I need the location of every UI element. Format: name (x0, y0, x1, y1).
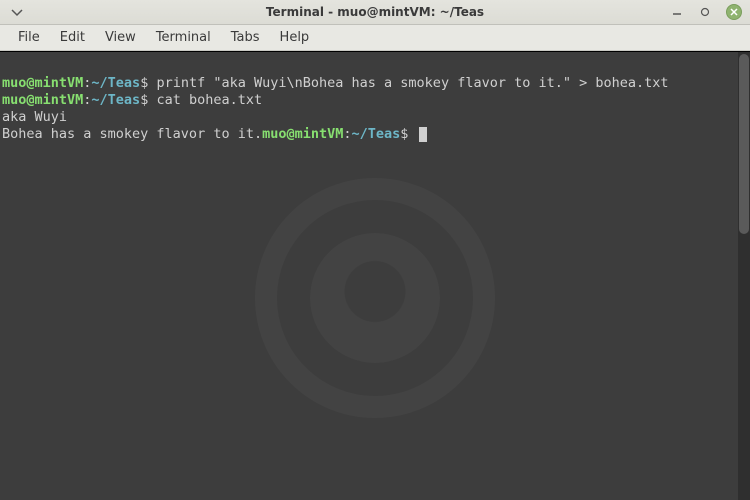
prompt-path: ~/Teas (352, 126, 401, 142)
mint-logo-watermark (255, 178, 495, 418)
term-line-1: muo@mintVM:~/Teas$ printf "aka Wuyi\nBoh… (2, 75, 669, 91)
output-line: Bohea has a smokey flavor to it. (2, 126, 262, 142)
prompt-symbol: $ (400, 126, 416, 142)
minimize-button[interactable] (670, 5, 684, 19)
prompt-user: muo@mintVM (2, 75, 83, 91)
menu-view[interactable]: View (95, 26, 146, 49)
scrollbar-thumb[interactable] (739, 54, 749, 234)
prompt-user: muo@mintVM (2, 92, 83, 108)
maximize-button[interactable] (698, 5, 712, 19)
prompt-user: muo@mintVM (262, 126, 343, 142)
output-line: aka Wuyi (2, 109, 67, 125)
term-line-4: Bohea has a smokey flavor to it.muo@mint… (2, 126, 427, 142)
prompt-symbol: $ (140, 75, 156, 91)
menu-edit[interactable]: Edit (50, 26, 95, 49)
window-title: Terminal - muo@mintVM: ~/Teas (266, 5, 484, 19)
prompt-symbol: $ (140, 92, 156, 108)
menu-tabs[interactable]: Tabs (221, 26, 270, 49)
prompt-colon: : (343, 126, 351, 142)
close-button[interactable] (726, 4, 742, 20)
command-text: cat bohea.txt (156, 92, 262, 108)
scrollbar-track[interactable] (738, 52, 750, 500)
menu-help[interactable]: Help (270, 26, 320, 49)
command-text: printf "aka Wuyi\nBohea has a smokey fla… (156, 75, 668, 91)
menu-file[interactable]: File (8, 26, 50, 49)
menubar: File Edit View Terminal Tabs Help (0, 25, 750, 51)
window-menu-icon[interactable] (8, 7, 26, 17)
prompt-path: ~/Teas (91, 75, 140, 91)
titlebar[interactable]: Terminal - muo@mintVM: ~/Teas (0, 0, 750, 25)
terminal-window: Terminal - muo@mintVM: ~/Teas File Edit … (0, 0, 750, 500)
menu-terminal[interactable]: Terminal (146, 26, 221, 49)
prompt-path: ~/Teas (91, 92, 140, 108)
term-line-2: muo@mintVM:~/Teas$ cat bohea.txt (2, 92, 262, 108)
cursor (419, 127, 427, 142)
terminal-viewport[interactable]: muo@mintVM:~/Teas$ printf "aka Wuyi\nBoh… (0, 51, 750, 500)
terminal-content[interactable]: muo@mintVM:~/Teas$ printf "aka Wuyi\nBoh… (0, 58, 750, 160)
